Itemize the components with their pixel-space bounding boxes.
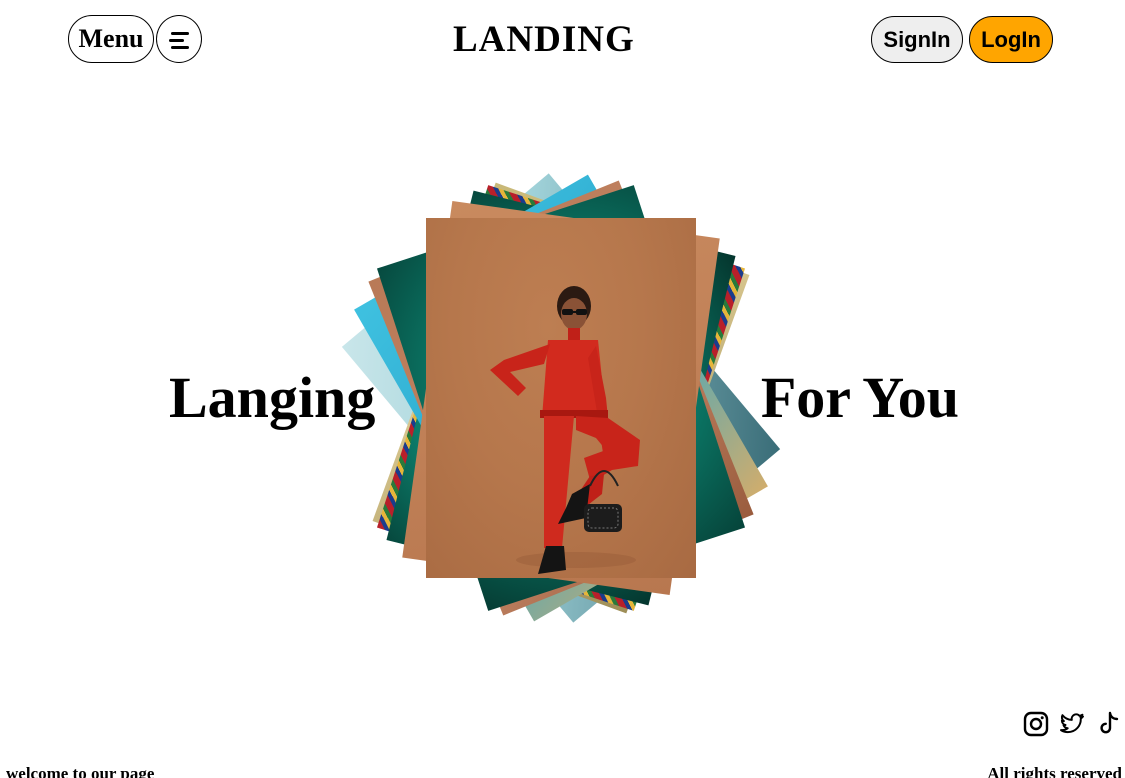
footer-rights-text: All rights reserved bbox=[987, 764, 1122, 778]
landing-page: Menu LANDING SignIn LogIn Langing For Yo… bbox=[0, 0, 1125, 778]
footer-welcome-text: welcome to our page bbox=[6, 764, 155, 778]
hero-headline: Langing For You bbox=[169, 362, 959, 434]
tiktok-icon[interactable] bbox=[1095, 710, 1123, 738]
hero-headline-right: For You bbox=[760, 365, 959, 430]
login-button[interactable]: LogIn bbox=[969, 16, 1053, 63]
menu-button[interactable]: Menu bbox=[68, 15, 154, 63]
login-label: LogIn bbox=[981, 26, 1041, 52]
signin-label: SignIn bbox=[883, 26, 951, 52]
signin-button[interactable]: SignIn bbox=[871, 16, 963, 63]
hamburger-icon[interactable] bbox=[156, 15, 202, 63]
menu-label: Menu bbox=[78, 24, 144, 53]
site-logo[interactable]: LANDING bbox=[453, 18, 635, 62]
instagram-icon[interactable] bbox=[1022, 710, 1050, 738]
twitter-icon[interactable] bbox=[1058, 710, 1086, 738]
hero-headline-left: Langing bbox=[169, 365, 376, 430]
